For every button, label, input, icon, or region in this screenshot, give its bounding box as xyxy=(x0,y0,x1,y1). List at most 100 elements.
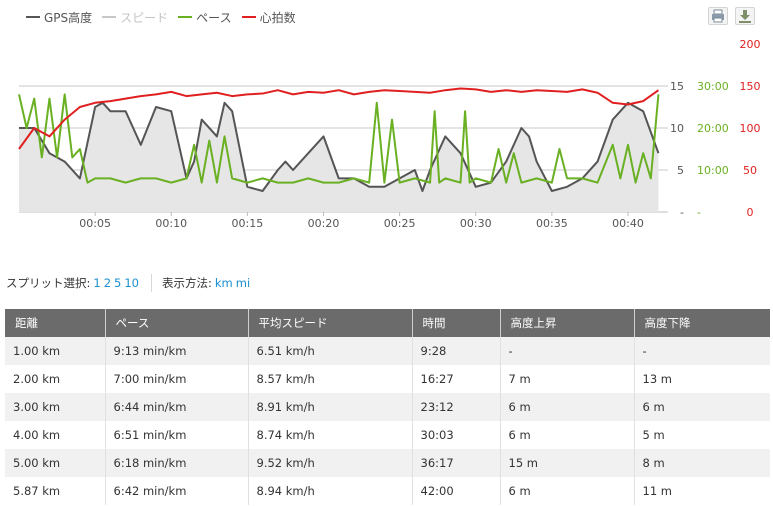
x-tick-label: 00:15 xyxy=(232,217,264,230)
cell-elevation-loss: 5 m xyxy=(634,421,770,449)
cell-time: 23:12 xyxy=(412,393,501,421)
heart-rate-tick-label: 50 xyxy=(743,164,757,177)
legend-swatch-altitude xyxy=(26,16,40,18)
legend-swatch-speed xyxy=(102,16,117,18)
cell-time: 30:03 xyxy=(412,421,501,449)
cell-elevation-loss: - xyxy=(634,337,770,365)
split-select-label: スプリット選択: xyxy=(6,276,91,290)
print-button[interactable] xyxy=(708,7,728,25)
cell-elevation-gain: 6 m xyxy=(500,393,635,421)
cell-distance: 2.00 km xyxy=(5,365,106,393)
legend-item-speed[interactable]: スピード xyxy=(102,9,168,26)
cell-elevation-gain: - xyxy=(500,337,635,365)
pace-tick-label: 20:00 xyxy=(697,122,729,135)
chart-legend: GPS高度 スピード ペース 心拍数 xyxy=(26,9,306,25)
heart-rate-tick-label: 100 xyxy=(740,122,761,135)
legend-item-altitude[interactable]: GPS高度 xyxy=(26,9,92,26)
legend-item-heart-rate[interactable]: 心拍数 xyxy=(241,9,296,26)
splits-table: 距離 ペース 平均スピード 時間 高度上昇 高度下降 1.00 km 9:13 … xyxy=(5,309,770,505)
x-tick-label: 00:35 xyxy=(536,217,568,230)
cell-distance: 5.87 km xyxy=(5,477,106,505)
cell-distance: 4.00 km xyxy=(5,421,106,449)
cell-elevation-gain: 7 m xyxy=(500,365,635,393)
table-row: 1.00 km 9:13 min/km 6.51 km/h 9:28 - - xyxy=(5,337,770,365)
header-elevation-gain[interactable]: 高度上昇 xyxy=(500,309,635,337)
heart-rate-tick-label: 0 xyxy=(747,206,754,219)
heart-rate-tick-label: 200 xyxy=(740,38,761,51)
unit-option-mi[interactable]: mi xyxy=(236,276,250,290)
x-tick-label: 00:20 xyxy=(308,217,340,230)
cell-distance: 5.00 km xyxy=(5,449,106,477)
x-tick-label: 00:40 xyxy=(612,217,644,230)
header-time[interactable]: 時間 xyxy=(412,309,501,337)
cell-elevation-gain: 15 m xyxy=(500,449,635,477)
split-option-2[interactable]: 2 xyxy=(104,276,111,290)
x-axis: 00:05 00:10 00:15 00:20 00:25 00:30 00:35 00:40 xyxy=(79,212,644,230)
legend-swatch-pace xyxy=(178,16,193,18)
altitude-tick-label: 15 xyxy=(670,80,684,93)
table-row: 5.87 km 6:42 min/km 8.94 km/h 42:00 6 m … xyxy=(5,477,770,505)
cell-pace: 9:13 min/km xyxy=(105,337,249,365)
cell-time: 42:00 xyxy=(412,477,501,505)
split-selector: スプリット選択: 1 2 5 10 表示方法: km mi xyxy=(6,274,250,292)
x-tick-label: 00:25 xyxy=(384,217,416,230)
cell-avg-speed: 8.74 km/h xyxy=(248,421,413,449)
cell-avg-speed: 8.94 km/h xyxy=(248,477,413,505)
pace-tick-label: 30:00 xyxy=(697,80,729,93)
legend-label-heart-rate: 心拍数 xyxy=(259,10,296,25)
heart-rate-tick-label: 150 xyxy=(740,80,761,93)
cell-pace: 6:18 min/km xyxy=(105,449,249,477)
cell-pace: 6:42 min/km xyxy=(105,477,249,505)
cell-elevation-loss: 8 m xyxy=(634,449,770,477)
cell-avg-speed: 6.51 km/h xyxy=(248,337,413,365)
unit-option-km[interactable]: km xyxy=(215,276,233,290)
cell-time: 36:17 xyxy=(412,449,501,477)
cell-elevation-gain: 6 m xyxy=(500,421,635,449)
legend-label-altitude: GPS高度 xyxy=(44,10,93,25)
cell-time: 9:28 xyxy=(412,337,501,365)
cell-elevation-loss: 13 m xyxy=(634,365,770,393)
cell-elevation-loss: 6 m xyxy=(634,393,770,421)
pace-tick-label: 10:00 xyxy=(697,164,729,177)
header-pace[interactable]: ペース xyxy=(105,309,249,337)
x-tick-label: 00:10 xyxy=(155,217,187,230)
header-avg-speed[interactable]: 平均スピード xyxy=(248,309,413,337)
cell-avg-speed: 9.52 km/h xyxy=(248,449,413,477)
table-row: 3.00 km 6:44 min/km 8.91 km/h 23:12 6 m … xyxy=(5,393,770,421)
legend-label-speed: スピード xyxy=(120,10,169,25)
split-option-10[interactable]: 10 xyxy=(124,276,139,290)
x-tick-label: 00:30 xyxy=(460,217,492,230)
print-icon xyxy=(712,9,724,23)
cell-pace: 7:00 min/km xyxy=(105,365,249,393)
cell-pace: 6:51 min/km xyxy=(105,421,249,449)
legend-item-pace[interactable]: ペース xyxy=(178,9,232,26)
table-header-row: 距離 ペース 平均スピード 時間 高度上昇 高度下降 xyxy=(5,309,770,337)
download-icon xyxy=(739,10,751,23)
activity-chart: 00:05 00:10 00:15 00:20 00:25 00:30 00:35 00:40… xyxy=(18,38,761,230)
table-row: 5.00 km 6:18 min/km 9.52 km/h 36:17 15 m… xyxy=(5,449,770,477)
table-row: 4.00 km 6:51 min/km 8.74 km/h 30:03 6 m … xyxy=(5,421,770,449)
cell-elevation-loss: 11 m xyxy=(634,477,770,505)
split-option-5[interactable]: 5 xyxy=(114,276,121,290)
legend-label-pace: ペース xyxy=(196,10,232,25)
split-option-1[interactable]: 1 xyxy=(93,276,100,290)
cell-avg-speed: 8.57 km/h xyxy=(248,365,413,393)
y-axes: 15 10 5 - 30:00 20:00 10:00 - 200 150 100 50 0 xyxy=(670,38,761,219)
cell-pace: 6:44 min/km xyxy=(105,393,249,421)
cell-distance: 3.00 km xyxy=(5,393,106,421)
altitude-tick-label: 5 xyxy=(677,164,684,177)
cell-time: 16:27 xyxy=(412,365,501,393)
x-tick-label: 00:05 xyxy=(79,217,111,230)
table-row: 2.00 km 7:00 min/km 8.57 km/h 16:27 7 m … xyxy=(5,365,770,393)
header-distance[interactable]: 距離 xyxy=(5,309,106,337)
altitude-tick-label: 10 xyxy=(670,122,684,135)
legend-swatch-heart-rate xyxy=(241,16,256,18)
cell-avg-speed: 8.91 km/h xyxy=(248,393,413,421)
split-divider xyxy=(151,274,152,292)
download-button[interactable] xyxy=(735,7,755,25)
cell-elevation-gain: 6 m xyxy=(500,477,635,505)
header-elevation-loss[interactable]: 高度下降 xyxy=(634,309,770,337)
altitude-tick-label: - xyxy=(680,206,684,219)
pace-tick-label: - xyxy=(697,206,701,219)
view-mode-label: 表示方法: xyxy=(162,276,212,290)
